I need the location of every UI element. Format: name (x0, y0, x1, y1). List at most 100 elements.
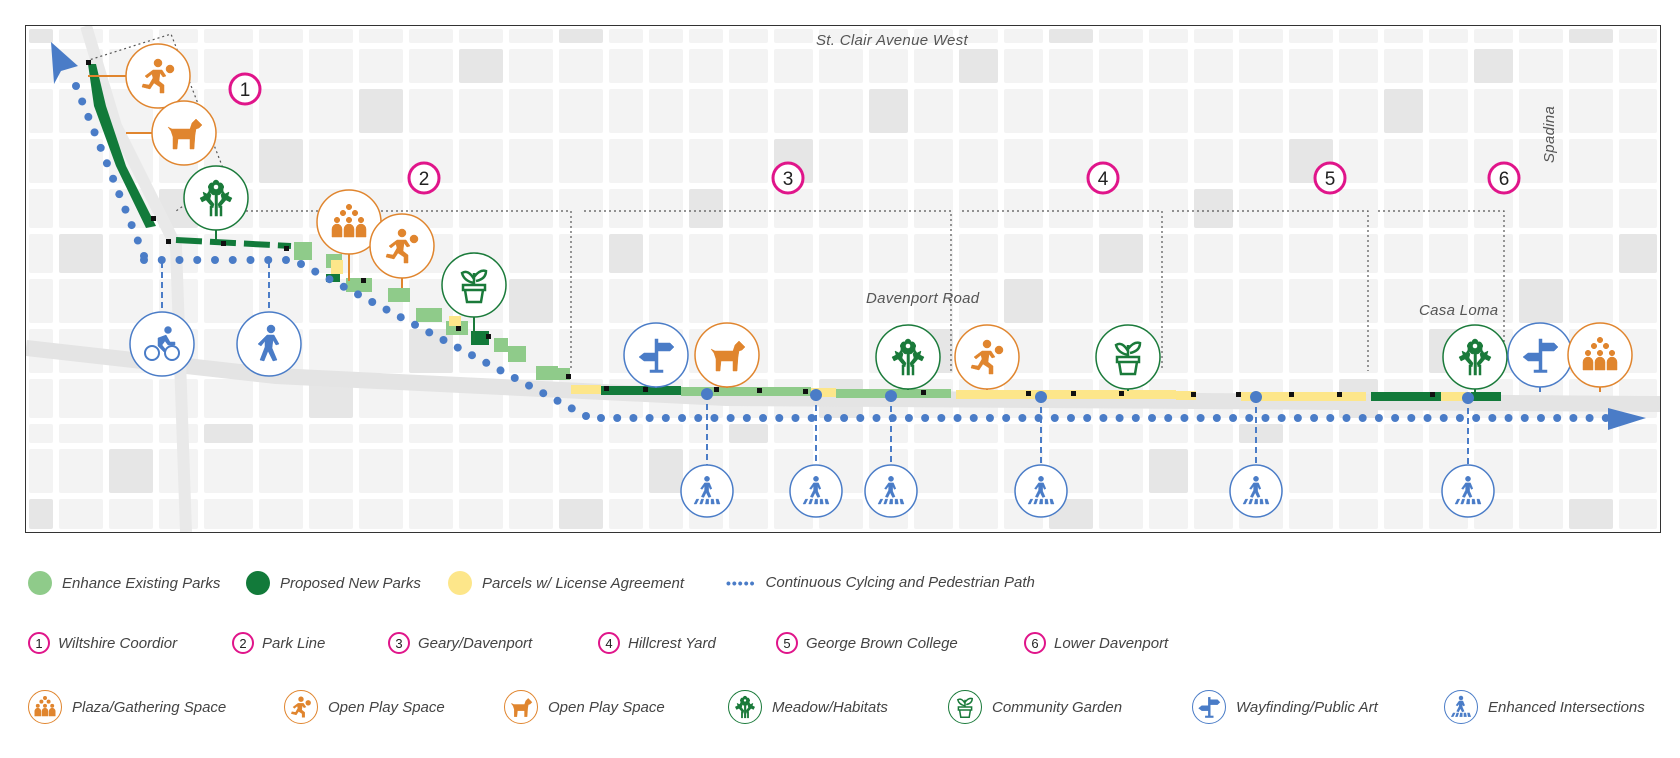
city-block (729, 234, 768, 273)
city-block (1429, 234, 1468, 273)
legend-enhance-existing-parks: Enhance Existing Parks (28, 571, 220, 595)
city-block (409, 499, 453, 529)
city-block (1149, 424, 1188, 443)
city-block (29, 424, 53, 443)
legend-district-4: 4 Hillcrest Yard (598, 632, 716, 654)
city-block (649, 139, 683, 183)
city-block (159, 29, 198, 43)
parcel-marker (456, 326, 461, 331)
path-dot (1326, 414, 1335, 422)
city-block (959, 499, 998, 529)
city-block (609, 49, 643, 83)
legend-label: George Brown College (806, 634, 958, 652)
parcel-license (956, 390, 1001, 399)
city-block (649, 279, 683, 323)
path-dot (840, 414, 849, 422)
city-block (1099, 234, 1143, 273)
path-dot (888, 414, 897, 422)
parcel-marker (1119, 391, 1124, 396)
path-dot (694, 414, 703, 422)
open-play-runner-icon (284, 690, 318, 724)
city-block (1049, 189, 1093, 228)
district-marker-number: 6 (1499, 169, 1510, 190)
legend-district-5: 5 George Brown College (776, 632, 958, 654)
city-block (309, 49, 353, 83)
legend-amenity-6: Wayfinding/Public Art (1192, 690, 1378, 724)
city-block (1099, 29, 1143, 43)
city-block (819, 234, 863, 273)
city-block (359, 139, 403, 183)
city-block (409, 89, 453, 133)
city-block (729, 89, 768, 133)
city-block (1289, 29, 1333, 43)
city-block (509, 499, 553, 529)
path-dot (1002, 414, 1011, 422)
city-block (1099, 449, 1143, 493)
path-dot (102, 159, 111, 168)
city-block (1339, 329, 1378, 373)
path-dot (90, 128, 99, 137)
city-block (1429, 139, 1468, 183)
legend-district-1: 1 Wiltshire Coordior (28, 632, 177, 654)
city-block (1239, 424, 1283, 443)
city-block (1149, 89, 1188, 133)
parcel-marker (486, 334, 491, 339)
path-dot (1358, 414, 1367, 422)
path-dot (1099, 414, 1108, 422)
city-block (1429, 29, 1468, 43)
open-play-dog-icon (504, 690, 538, 724)
city-block (1099, 499, 1143, 529)
city-block (559, 424, 603, 443)
city-block (509, 89, 553, 133)
path-dot (1455, 414, 1464, 422)
path-dot (354, 290, 362, 299)
path-dot (411, 320, 419, 329)
city-block (1289, 49, 1333, 83)
city-block (1149, 189, 1188, 228)
city-block (559, 234, 603, 273)
city-block (1289, 329, 1333, 373)
city-block (1619, 49, 1657, 83)
city-block (869, 189, 908, 228)
legend-cycling-path: ••••• Continuous Cylcing and Pedestrian … (726, 574, 1035, 591)
city-block (509, 279, 553, 323)
city-block (1239, 49, 1283, 83)
city-block (1099, 424, 1143, 443)
city-block (1569, 424, 1613, 443)
city-block (1429, 89, 1468, 133)
path-dot (453, 343, 462, 352)
meadow-habitat-icon-marker (875, 324, 941, 390)
city-block (1194, 139, 1233, 183)
corridor-map: 1 2 3 4 5 6 St. Clair Avenue West Davenport R… (25, 25, 1661, 533)
city-block (59, 189, 103, 228)
city-block (29, 49, 53, 83)
city-block (959, 139, 998, 183)
city-block (459, 29, 503, 43)
city-block (309, 424, 353, 443)
city-block (459, 49, 503, 83)
city-block (109, 424, 153, 443)
path-dot (1342, 414, 1351, 422)
parcel-marker (1289, 392, 1294, 397)
city-block (729, 279, 768, 323)
park-enhance-existing (508, 346, 526, 362)
path-dot (1536, 414, 1545, 422)
legend-label: Geary/Davenport (418, 634, 533, 652)
city-block (959, 189, 998, 228)
city-block (1099, 89, 1143, 133)
city-block (959, 89, 998, 133)
city-block (359, 49, 403, 83)
city-block (204, 449, 253, 493)
open-play-runner-icon-marker (954, 324, 1020, 390)
park-enhance-existing (388, 288, 410, 302)
city-block (29, 139, 53, 183)
city-block (1194, 49, 1233, 83)
city-block (649, 499, 683, 529)
city-block (869, 234, 908, 273)
city-block (259, 139, 303, 183)
path-dot (482, 358, 491, 367)
city-block (1519, 234, 1563, 273)
city-block (819, 139, 863, 183)
swatch-license-parcels (448, 571, 472, 595)
legend-label: Plaza/Gathering Space (72, 698, 227, 716)
